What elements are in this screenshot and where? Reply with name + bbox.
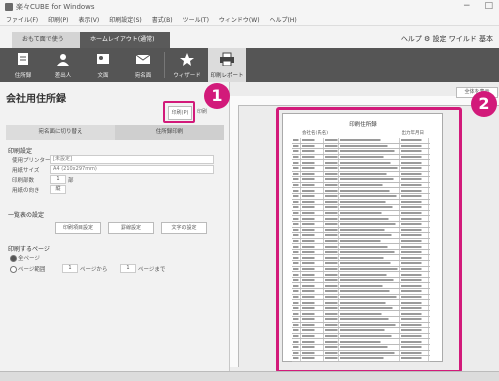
range-to-input[interactable]: 1: [120, 264, 136, 273]
font-settings-button[interactable]: 文字の設定: [161, 222, 207, 234]
menu-item-format[interactable]: 書式(B): [152, 15, 173, 24]
segment-address-face[interactable]: 宛名面に切り替え: [6, 125, 115, 140]
menu-bar: ファイル(F) 印刷(P) 表示(V) 印刷設定(S) 書式(B) ツール(T)…: [0, 14, 499, 26]
window-controls: − □: [463, 1, 493, 11]
design-icon: [97, 54, 109, 64]
preview-highlight: [276, 107, 462, 373]
direction-label: 用紙の向き: [12, 188, 40, 194]
print-report-icon: [220, 52, 234, 67]
wizard-icon: [180, 53, 194, 66]
mode-segment-bar: 宛名面に切り替え 住所録印刷: [6, 125, 224, 140]
maximize-button[interactable]: □: [484, 1, 493, 11]
ribbon-button-print-report[interactable]: 印刷レポート: [208, 48, 246, 82]
printer-select[interactable]: [未設定]: [50, 155, 214, 164]
app-icon: [5, 3, 13, 11]
ribbon-button-address-face[interactable]: 宛名面: [124, 48, 162, 82]
menu-item-view[interactable]: 表示(V): [78, 15, 99, 24]
ribbon-label-address-face: 宛名面: [134, 73, 152, 79]
ribbon-label-sender: 差出人: [54, 73, 72, 79]
ribbon-tabs: おもて面で使う ホームレイアウト(通常) ヘルプ ⚙ 設定 ワイルド 基本: [0, 26, 499, 49]
tab-home-layout[interactable]: ホームレイアウト(通常): [80, 32, 170, 48]
range-from-input[interactable]: 1: [62, 264, 78, 273]
ribbon-right-tools[interactable]: ヘルプ ⚙ 設定 ワイルド 基本: [401, 34, 493, 44]
sender-icon: [57, 54, 69, 66]
section-list-settings: 一覧表の設定: [8, 212, 45, 219]
copies-stepper[interactable]: 1: [50, 175, 66, 184]
ribbon-button-wizard[interactable]: ウィザード: [168, 48, 206, 82]
menu-item-print[interactable]: 印刷(P): [48, 15, 68, 24]
ribbon-button-sender[interactable]: 差出人: [44, 48, 82, 82]
ruled-line-button[interactable]: 罫線設定: [108, 222, 154, 234]
copies-label: 印刷部数: [12, 178, 35, 184]
menu-item-window[interactable]: ウィンドウ(W): [219, 15, 260, 24]
menu-item-file[interactable]: ファイル(F): [6, 15, 38, 24]
print-button-highlight: [163, 101, 195, 123]
ribbon-button-design[interactable]: 文面: [84, 48, 122, 82]
secondary-print-label[interactable]: 印刷: [197, 108, 207, 115]
address-face-icon: [135, 54, 151, 64]
minimize-button[interactable]: −: [463, 1, 471, 11]
ribbon-separator: [164, 52, 165, 78]
menu-item-tools[interactable]: ツール(T): [183, 15, 209, 24]
radio-page-range[interactable]: [10, 266, 17, 273]
callout-badge-1: 1: [204, 83, 230, 109]
address-icon: [18, 53, 28, 65]
direction-select[interactable]: 縦: [50, 185, 66, 194]
callout-badge-2: 2: [471, 91, 497, 117]
copies-unit: 部: [68, 178, 74, 184]
menu-item-print-settings[interactable]: 印刷設定(S): [109, 15, 142, 24]
panel-title: 会社用住所録: [6, 94, 66, 105]
radio-all-label: 全ページ: [18, 256, 40, 262]
ribbon: 住所録 差出人 文面 宛名面 ウィザード 印刷レポート: [0, 48, 499, 82]
paper-label: 用紙サイズ: [12, 168, 40, 174]
print-items-button[interactable]: 印刷項目設定: [55, 222, 101, 234]
section-print-pages: 印刷するページ: [8, 246, 50, 253]
menu-item-help[interactable]: ヘルプ(H): [270, 15, 297, 24]
range-to-unit: ページまで: [138, 267, 166, 273]
title-bar: 楽々CUBE for Windows − □: [0, 0, 499, 14]
ribbon-button-address[interactable]: 住所録: [4, 48, 42, 82]
range-from-unit: ページから: [80, 267, 108, 273]
segment-address-print[interactable]: 住所録印刷: [115, 125, 224, 140]
printer-label: 使用プリンター: [12, 158, 51, 164]
ribbon-label-print-report: 印刷レポート: [210, 73, 244, 79]
ribbon-label-address: 住所録: [14, 73, 32, 79]
paper-select[interactable]: A4 (210x297mm): [50, 165, 214, 174]
ribbon-label-design: 文面: [97, 73, 109, 79]
window-title: 楽々CUBE for Windows: [16, 3, 95, 11]
vertical-ruler: [230, 105, 239, 367]
radio-range-label: ページ範囲: [18, 267, 46, 273]
ribbon-label-wizard: ウィザード: [173, 73, 201, 79]
tab-front[interactable]: おもて面で使う: [12, 32, 90, 48]
radio-all-pages[interactable]: [10, 255, 17, 262]
section-print-settings: 印刷設定: [8, 148, 33, 155]
